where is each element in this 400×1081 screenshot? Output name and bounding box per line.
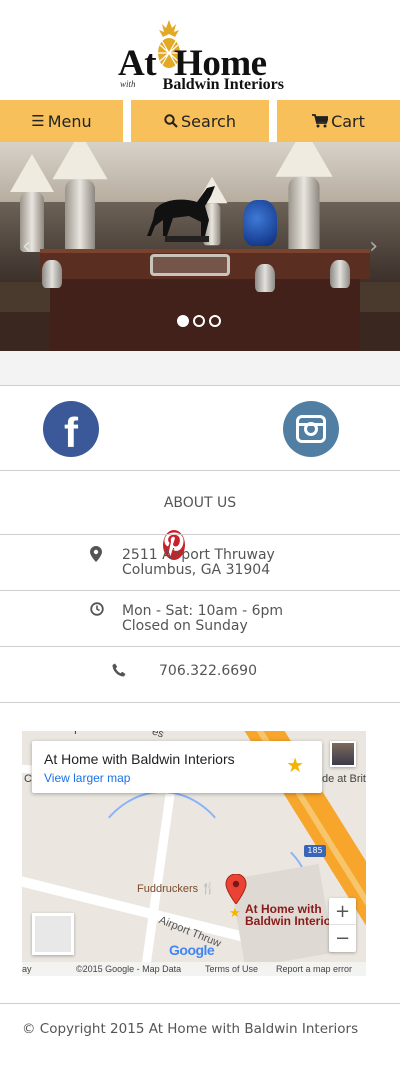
search-button[interactable]: Search (131, 100, 269, 142)
nav-gap (123, 100, 131, 142)
hours-line1: Mon - Sat: 10am - 6pm (122, 603, 284, 619)
map-info-card: At Home with Baldwin Interiors View larg… (32, 741, 322, 793)
poi-label: Fuddruckers 🍴 (137, 882, 215, 895)
poi-name: Fuddruckers (137, 883, 199, 895)
logo-with: with (120, 79, 136, 89)
report-map-error-link[interactable]: Report a map error (276, 964, 352, 974)
save-star-icon[interactable]: ★ (286, 753, 304, 777)
lamp-center-left (52, 142, 108, 255)
spacer-bar (0, 351, 400, 386)
logo[interactable]: At Home with Baldwin Interiors (118, 20, 284, 94)
map-edge-label: P (74, 731, 82, 737)
address-line1: 2511 Airport Thruway (122, 547, 275, 563)
cart-label: Cart (331, 111, 365, 131)
bars-icon: ☰ (31, 112, 45, 130)
search-icon (164, 114, 178, 128)
star-marker-icon: ★ (229, 906, 241, 921)
address-row: 2511 Airport Thruway Columbus, GA 31904 (0, 535, 400, 591)
facebook-glyph: f (64, 409, 78, 456)
lamp-left (10, 154, 54, 252)
carousel-dot[interactable] (177, 315, 189, 327)
zoom-in-button[interactable]: + (329, 898, 356, 925)
header: At Home with Baldwin Interiors (0, 0, 400, 100)
carousel-dot[interactable] (193, 315, 205, 327)
avatar (332, 743, 354, 765)
about-us-link[interactable]: ABOUT US (0, 472, 400, 535)
street-view-pegman[interactable] (32, 913, 74, 955)
cart-icon (312, 114, 329, 128)
carousel-indicators (177, 315, 221, 327)
hours-row: Mon - Sat: 10am - 6pm Closed on Sunday (0, 591, 400, 647)
carousel-prev-icon[interactable]: ‹ (22, 234, 31, 259)
menu-label: Menu (47, 111, 92, 131)
copyright-text: © Copyright 2015 At Home with Baldwin In… (22, 1021, 359, 1037)
highway-shield: 185 (304, 845, 326, 857)
carousel-next-icon[interactable]: › (369, 234, 378, 259)
phone-row: 706.322.6690 (0, 647, 400, 703)
blue-vase (243, 200, 277, 246)
horse-statue (147, 186, 215, 242)
pin-label: At Home with Baldwin Interiors (245, 903, 342, 927)
silver-urn (330, 260, 350, 288)
phone-icon (112, 663, 126, 677)
cart-button[interactable]: Cart (277, 100, 400, 142)
footer: © Copyright 2015 At Home with Baldwin In… (0, 1003, 400, 1081)
map-marker-icon (90, 546, 102, 562)
logo-subtitle: with Baldwin Interiors (118, 76, 284, 94)
hours-text: Mon - Sat: 10am - 6pm Closed on Sunday (122, 604, 283, 634)
map-copyright: ©2015 Google - Map Data (76, 964, 182, 974)
facebook-icon[interactable]: f (43, 401, 99, 457)
map-attribution: ay ©2015 Google - Map Data Terms of Use … (22, 962, 366, 976)
silver-urn (42, 260, 62, 288)
lamp-right (275, 142, 333, 255)
phone-number[interactable]: 706.322.6690 (159, 664, 257, 679)
pin-label-line2: Baldwin Interiors (245, 914, 343, 928)
menu-button[interactable]: ☰ Menu (0, 100, 123, 142)
hours-line2: Closed on Sunday (122, 618, 248, 634)
search-label: Search (181, 111, 236, 131)
instagram-glyph (296, 415, 326, 443)
address-text: 2511 Airport Thruway Columbus, GA 31904 (122, 548, 275, 578)
pegman-icon (35, 916, 71, 952)
map-edge-label: es (150, 731, 166, 741)
zoom-controls: + − (329, 898, 356, 952)
google-logo-text: Google (169, 942, 215, 958)
street-view-thumbnail[interactable] (330, 741, 356, 767)
silver-tray (150, 254, 230, 276)
social-links: f (0, 387, 400, 560)
google-logo: Google (169, 942, 215, 958)
restaurant-icon: 🍴 (201, 883, 215, 895)
about-us-label: ABOUT US (163, 495, 237, 511)
hero-carousel[interactable]: ‹ › (0, 142, 400, 351)
map-edge-label: de at Brit (321, 773, 366, 785)
zoom-out-button[interactable]: − (329, 925, 356, 952)
nav-gap (269, 100, 277, 142)
clock-icon (90, 602, 104, 616)
logo-subtitle-text: Baldwin Interiors (162, 76, 284, 93)
carousel-dot[interactable] (209, 315, 221, 327)
navbar: ☰ Menu Search Cart (0, 100, 400, 142)
instagram-icon[interactable] (283, 401, 339, 457)
map-edge-bottom: ay (22, 964, 32, 974)
terms-link[interactable]: Terms of Use (205, 964, 258, 974)
view-larger-map-link[interactable]: View larger map (44, 771, 130, 785)
map-place-name: At Home with Baldwin Interiors (44, 751, 235, 767)
map-pin-icon[interactable] (225, 874, 247, 904)
address-line2: Columbus, GA 31904 (122, 562, 271, 578)
google-map[interactable]: 185 Col de at Brit P es Fuddruckers 🍴 ★ … (22, 731, 366, 976)
silver-urn (255, 264, 275, 292)
